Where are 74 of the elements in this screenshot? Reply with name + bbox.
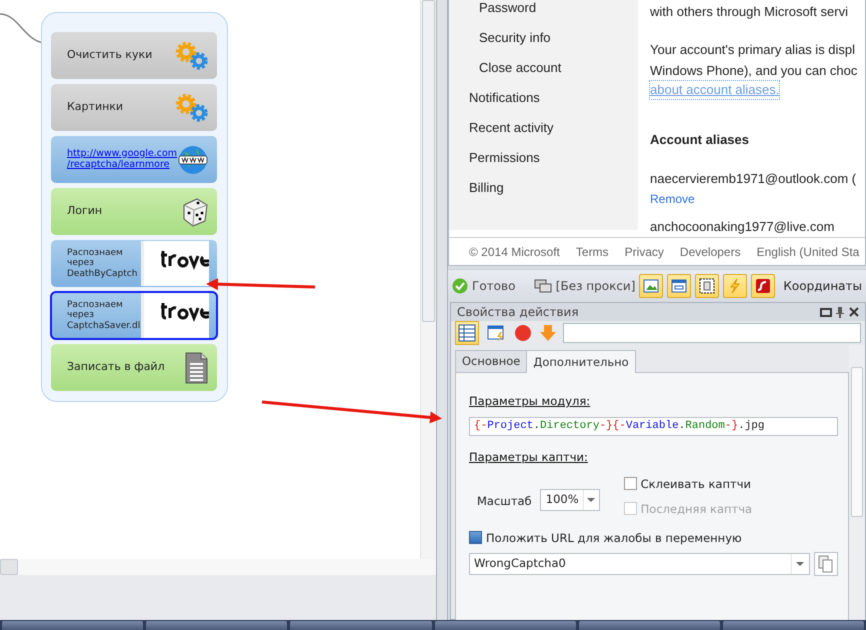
remove-link[interactable]: Remove: [650, 189, 695, 210]
copy-button[interactable]: [814, 552, 838, 576]
path-field[interactable]: {-Project.Directory-}{-Variable.Random-}.jpg: [469, 416, 838, 436]
footer-link[interactable]: English (United Sta: [756, 242, 860, 260]
globe-icon: [177, 144, 209, 176]
gears-icon: [175, 92, 209, 122]
checkbox[interactable]: Склеивать каптчи: [624, 476, 752, 493]
close-icon[interactable]: [847, 306, 861, 318]
block-label: Распознаем через CaptchaSaver.dl: [67, 300, 140, 332]
section-label: Параметры каптчи:: [469, 448, 589, 466]
tab[interactable]: Дополнительно: [526, 350, 636, 374]
copyright-text: © 2014 Microsoft: [469, 244, 560, 260]
network-icon: [534, 278, 552, 294]
vertical-scrollbar[interactable]: [849, 345, 865, 620]
document-icon: [183, 352, 209, 384]
scale-label: Масштаб: [477, 492, 532, 510]
flash-button[interactable]: [751, 274, 776, 298]
pin-icon[interactable]: [833, 306, 847, 318]
frame-button[interactable]: [695, 274, 720, 298]
dice-icon: [181, 196, 209, 226]
window-button[interactable]: [667, 274, 692, 298]
sidebar-item[interactable]: Close account: [469, 53, 638, 83]
link[interactable]: http://www.google.com /recaptcha/learnmore: [67, 148, 178, 170]
action-block[interactable]: Распознаем через CaptchaSaver.dl: [51, 292, 217, 339]
action-block[interactable]: Записать в файл: [51, 344, 217, 391]
tab[interactable]: Основное: [455, 350, 528, 372]
sidebar-item[interactable]: Billing: [469, 173, 638, 203]
action-block[interactable]: Логин: [51, 188, 217, 235]
action-block[interactable]: Очистить куки: [51, 32, 217, 79]
horizontal-scrollbar[interactable]: [0, 559, 436, 575]
image-icon: [643, 278, 660, 294]
alias-address: anchocoonaking1977@live.com: [650, 218, 834, 236]
record-icon[interactable]: [513, 323, 533, 343]
alias-address: naecervieremb1971@outlook.com (: [650, 170, 856, 188]
sidebar-item[interactable]: Notifications: [469, 83, 638, 113]
sidebar-item[interactable]: Recent activity: [469, 113, 638, 143]
block-label: Распознаем через DeathByCaptch: [67, 248, 138, 280]
footer-link[interactable]: Developers: [680, 242, 741, 260]
image-button[interactable]: [639, 274, 664, 298]
section-heading: Account aliases: [650, 131, 749, 149]
footer-link[interactable]: Privacy: [624, 242, 664, 260]
section-label: Параметры модуля:: [469, 393, 592, 410]
scale-dropdown[interactable]: 100%: [540, 489, 600, 511]
footer-link[interactable]: Terms: [576, 242, 609, 260]
proxy-status: [Без прокси]: [556, 278, 636, 294]
action-block[interactable]: Распознаем через DeathByCaptch: [51, 240, 217, 287]
view-button[interactable]: [455, 321, 479, 345]
action-block[interactable]: Картинки: [51, 84, 217, 131]
status-text: Готово: [472, 278, 516, 294]
vertical-scrollbar[interactable]: [420, 0, 436, 559]
table-icon: [457, 323, 477, 343]
variable-dropdown[interactable]: WrongCaptcha0: [469, 552, 810, 574]
panel-title: Свойства действия: [457, 304, 579, 321]
paragraph: Your account's primary alias is displ Windows Phone), and you can choc: [650, 41, 858, 80]
paragraph: with others through Microsoft servi: [650, 3, 848, 21]
coordinates-label: Координаты: [783, 278, 862, 294]
block-label: Логин: [67, 205, 102, 218]
window-icon: [671, 278, 688, 294]
sidebar-item[interactable]: Permissions: [469, 143, 638, 173]
action-block[interactable]: http://www.google.com /recaptcha/learnmore: [51, 136, 217, 183]
sidebar-item[interactable]: Security info: [469, 23, 638, 53]
copy-icon: [818, 554, 834, 572]
check-icon: [452, 278, 468, 294]
restore-icon[interactable]: [819, 306, 833, 318]
block-label: Очистить куки: [67, 49, 152, 62]
block-label: Записать в файл: [67, 361, 165, 374]
checkbox[interactable]: Положить URL для жалобы в переменную: [469, 530, 838, 548]
frame-icon: [699, 278, 716, 294]
sidebar-item[interactable]: Password: [469, 0, 638, 23]
search-field[interactable]: [563, 323, 861, 343]
flash-icon: [755, 278, 772, 294]
block-label: Картинки: [67, 101, 124, 114]
gears-icon: [175, 40, 209, 70]
script-window-icon: [486, 323, 506, 343]
